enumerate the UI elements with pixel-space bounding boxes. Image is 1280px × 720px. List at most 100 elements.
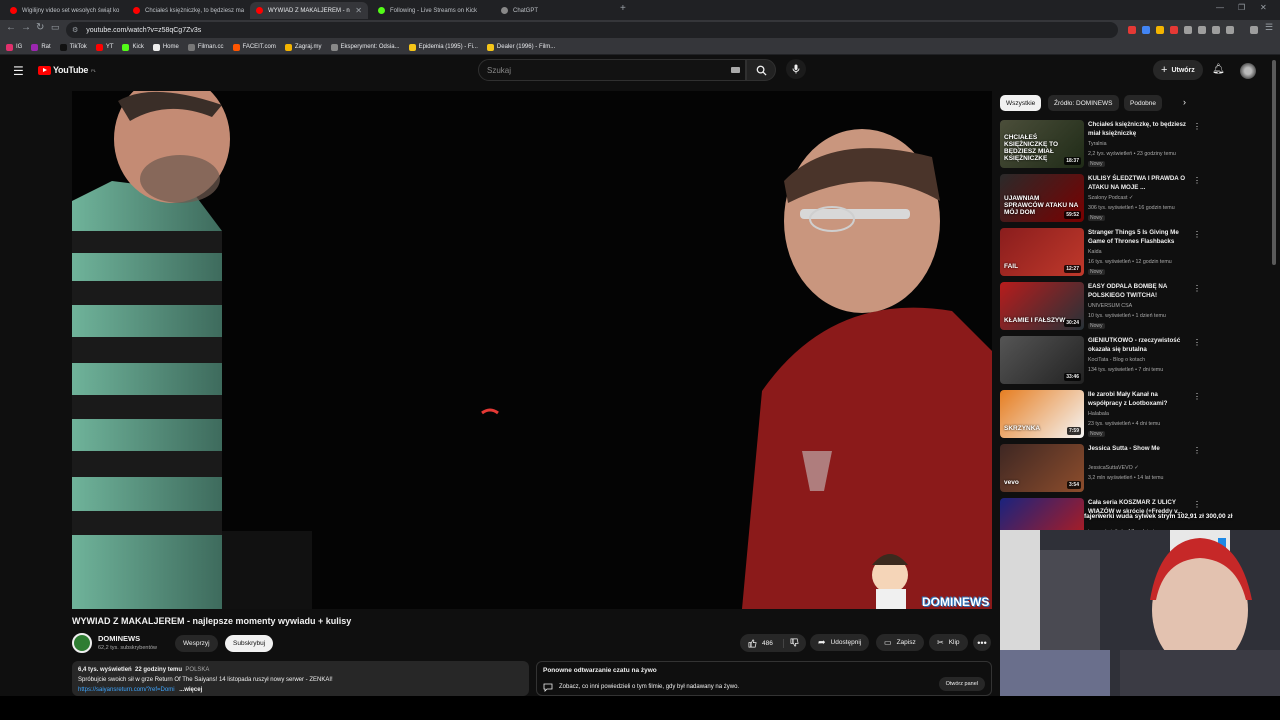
search-button[interactable] [746,59,776,81]
video-thumbnail[interactable]: vevo 3:54 [1000,444,1084,492]
chips-next-icon[interactable]: › [1183,97,1186,107]
recommended-video[interactable]: CHCIAŁEŚ KSIĘŻNICZKĘ TO BĘDZIESZ MIAŁ KS… [1000,120,1201,170]
show-more-link[interactable]: ...więcej [179,687,202,693]
more-actions-button[interactable]: ••• [973,634,991,651]
extension-icon[interactable] [1156,26,1164,34]
more-options-icon[interactable]: ⋮ [1193,122,1201,131]
reload-icon[interactable]: ↻ [36,22,44,33]
dislike-button[interactable] [784,638,799,649]
youtube-logo[interactable]: YouTube PL [38,65,96,75]
bookmark-item[interactable]: Zagraj.my [284,43,322,51]
browser-tab[interactable]: Following - Live Streams on Kick [372,2,490,19]
user-avatar[interactable] [1240,63,1256,79]
channel-name[interactable]: DOMINEWS [98,634,140,643]
recommended-channel[interactable]: Tyralnia [1088,141,1107,147]
bookmark-item[interactable]: Home [152,43,179,51]
more-options-icon[interactable]: ⋮ [1193,446,1201,455]
sidebar-scrollbar[interactable] [1272,60,1276,265]
country-tag[interactable]: POLSKA [185,667,209,673]
description-box[interactable]: 6,4 tys. wyświetleń 22 godziny temu POLS… [72,661,529,696]
recommended-channel[interactable]: JessicaSuttaVEVO ✓ [1088,465,1139,471]
recommended-channel[interactable]: UNIVERSUM CSA [1088,303,1132,309]
address-bar[interactable]: ⚙ youtube.com/watch?v=z58qCg7Zv3s [66,22,1118,38]
bookmark-item[interactable]: Eksperyment: Odsia... [330,43,400,51]
tab-title: Wigilijny video set wesołych świąt ko [22,7,120,14]
video-thumbnail[interactable]: CHCIAŁEŚ KSIĘŻNICZKĘ TO BĘDZIESZ MIAŁ KS… [1000,120,1084,168]
more-options-icon[interactable]: ⋮ [1193,392,1201,401]
recommended-channel[interactable]: Halabala [1088,411,1109,417]
video-thumbnail[interactable]: KŁAMIE I FAŁSZYW 30:24 [1000,282,1084,330]
extension-icon[interactable] [1142,26,1150,34]
bookmark-item[interactable]: Dealer (1996) - Film... [486,43,555,51]
browser-tab[interactable]: WYWIAD Z MAKALJEREM - n ✕ [250,2,368,19]
bookmark-item[interactable]: IG [6,43,22,51]
recommended-video[interactable]: UJAWNIAM SPRAWCÓW ATAKU NA MÓJ DOM 59:52 K… [1000,174,1201,224]
forward-icon[interactable]: → [21,22,31,33]
close-window-icon[interactable]: ✕ [1260,3,1267,12]
back-icon[interactable]: ← [6,22,16,33]
bookmark-item[interactable]: Epidemia (1995) - Fi... [408,43,478,51]
browser-tab[interactable]: ChatGPT [495,2,613,19]
keyboard-icon[interactable] [731,67,740,73]
download-icon[interactable] [1212,26,1220,34]
bookmark-item[interactable]: YT [95,43,113,51]
thumbs-up-icon [748,639,757,647]
bookmark-item[interactable]: FACEIT.com [232,43,276,51]
recommended-video[interactable]: vevo 3:54 Jessica Sutta - Show Me JessicaSu… [1000,444,1201,494]
more-options-icon[interactable]: ⋮ [1193,230,1201,239]
save-button[interactable]: ▭ Zapisz [876,634,924,651]
filter-chip[interactable]: Źródło: DOMINEWS [1048,95,1119,111]
save-label: Zapisz [896,639,916,646]
extension-icon[interactable] [1128,26,1136,34]
search-input[interactable]: Szukaj [478,59,746,81]
browser-tab[interactable]: Chciałeś księżniczkę, to będziesz ma [127,2,245,19]
video-thumbnail[interactable]: FAIL 12:27 [1000,228,1084,276]
recommended-video[interactable]: FAIL 12:27 Stranger Things 5 Is Giving Me … [1000,228,1201,278]
more-options-icon[interactable]: ⋮ [1193,284,1201,293]
recommended-video[interactable]: 33:46 GIENIUTKOWO - rzeczywistość okazała… [1000,336,1201,386]
more-options-icon[interactable]: ⋮ [1193,500,1201,509]
bookmark-page-icon[interactable]: ▭ [51,22,60,33]
close-tab-icon[interactable]: ✕ [355,6,362,15]
bookmark-item[interactable]: Rat [31,43,51,51]
description-link[interactable]: https://saiyansreturn.com/?ref=Domi [78,687,175,693]
more-options-icon[interactable]: ⋮ [1193,176,1201,185]
more-options-icon[interactable]: ⋮ [1193,338,1201,347]
recommended-channel[interactable]: Szalony Podcast ✓ [1088,195,1133,201]
voice-search-button[interactable] [786,59,806,79]
bookmark-item[interactable]: TikTok [59,43,87,51]
guide-menu-icon[interactable]: ☰ [13,64,24,78]
bookmark-item[interactable]: Filman.cc [187,43,224,51]
extension-icon[interactable] [1170,26,1178,34]
filter-chip[interactable]: Podobne [1124,95,1163,111]
site-info-icon[interactable]: ⚙ [72,26,78,34]
channel-avatar[interactable] [72,633,92,653]
restore-icon[interactable]: ❐ [1238,3,1245,12]
video-thumbnail[interactable]: UJAWNIAM SPRAWCÓW ATAKU NA MÓJ DOM 59:52 [1000,174,1084,222]
browser-tab[interactable]: Wigilijny video set wesołych świąt ko [4,2,122,19]
recommended-channel[interactable]: KociTata - Blog o kotach [1088,357,1145,363]
create-button[interactable]: + Utwórz [1153,60,1203,80]
new-tab-icon[interactable]: + [620,3,626,14]
media-control-icon[interactable] [1250,26,1258,34]
bookmark-item[interactable]: Kick [122,43,144,51]
extensions-puzzle-icon[interactable] [1198,26,1206,34]
notifications-bell-icon[interactable]: 🔔︎ [1212,64,1225,75]
filter-chip[interactable]: Wszystkie [1000,95,1042,111]
recommended-channel[interactable]: Kaida [1088,249,1102,255]
subscribe-button[interactable]: Subskrybuj [225,635,274,652]
clip-button[interactable]: ✂ Klip [929,634,968,651]
open-chat-panel-button[interactable]: Otwórz panel [938,677,985,691]
recommended-video[interactable]: SKRZYNKA 7:59 Ile zarobi Mały Kanał na wsp… [1000,390,1201,440]
extension-icon[interactable] [1184,26,1192,34]
link-icon[interactable] [1226,26,1234,34]
minimize-icon[interactable]: — [1216,3,1224,12]
support-button[interactable]: Wesprzyj [175,635,218,652]
video-thumbnail[interactable]: 33:46 [1000,336,1084,384]
recommended-video[interactable]: KŁAMIE I FAŁSZYW 30:24 EASY ODPALA BOMBĘ N… [1000,282,1201,332]
video-player[interactable]: DOMINEWS [72,91,992,609]
like-button[interactable]: 486 [740,638,784,648]
video-thumbnail[interactable]: SKRZYNKA 7:59 [1000,390,1084,438]
share-button[interactable]: ➦ Udostępnij [810,634,870,651]
browser-menu-icon[interactable]: ☰ [1265,22,1273,33]
